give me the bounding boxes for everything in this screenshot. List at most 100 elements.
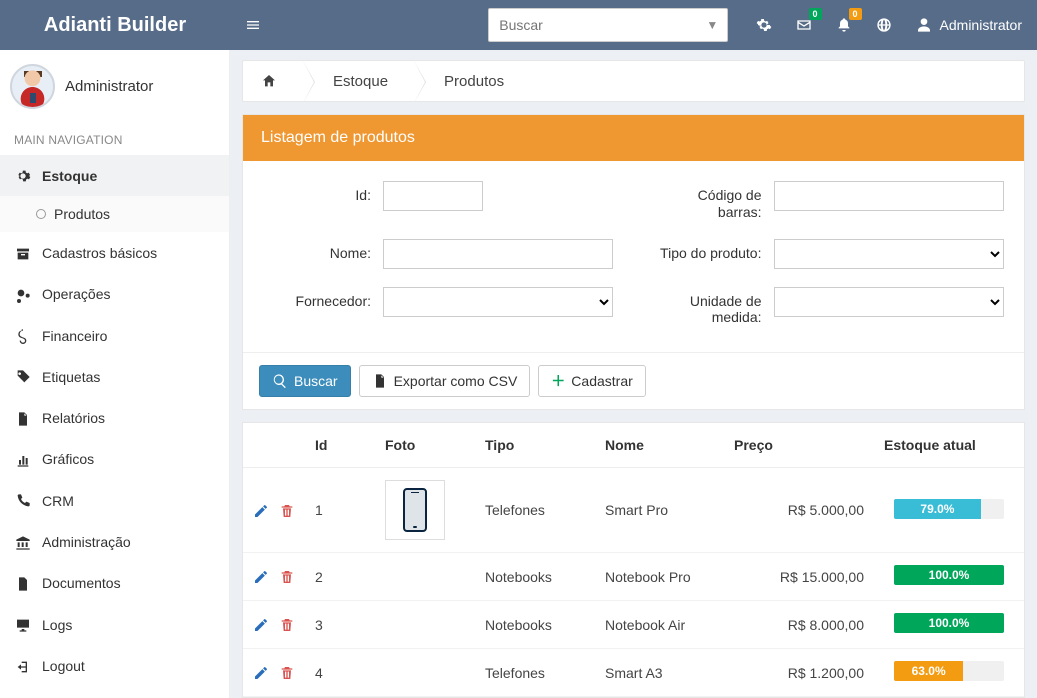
sidebar-subitem-label: Produtos xyxy=(54,206,110,222)
sidebar-item-etiquetas[interactable]: Etiquetas xyxy=(0,356,229,397)
sidebar-item-crm[interactable]: CRM xyxy=(0,480,229,521)
breadcrumb-home[interactable] xyxy=(243,61,303,101)
file-icon xyxy=(14,409,32,426)
phone-device-icon xyxy=(403,488,427,532)
trash-icon[interactable] xyxy=(279,568,295,585)
edit-icon[interactable] xyxy=(253,616,269,633)
cadastrar-label: Cadastrar xyxy=(571,373,632,389)
mail-icon[interactable]: 0 xyxy=(796,16,812,34)
globe-icon[interactable] xyxy=(876,16,892,34)
select-unidade-medida[interactable] xyxy=(774,287,1004,317)
sidebar-subitem-produtos[interactable]: Produtos xyxy=(0,196,229,232)
sidebar-item-label: Administração xyxy=(42,534,131,550)
user-menu[interactable]: Administrator xyxy=(916,17,1022,33)
edit-icon[interactable] xyxy=(253,664,269,681)
sidebar-item-label: Logout xyxy=(42,658,85,674)
sidebar-item-gráficos[interactable]: Gráficos xyxy=(0,439,229,480)
table-row: 4TelefonesSmart A3R$ 1.200,0063.0% xyxy=(243,649,1024,697)
sidebar-item-cadastros-básicos[interactable]: Cadastros básicos xyxy=(0,232,229,273)
plus-icon: ＋ xyxy=(551,371,565,391)
logout-icon xyxy=(14,657,32,674)
cell-preco: R$ 15.000,00 xyxy=(724,553,874,601)
sidebar-item-relatórios[interactable]: Relatórios xyxy=(0,397,229,438)
trash-icon[interactable] xyxy=(279,664,295,681)
user-icon xyxy=(916,17,932,33)
table-row: 2NotebooksNotebook ProR$ 15.000,00100.0% xyxy=(243,553,1024,601)
th-id[interactable]: Id xyxy=(305,423,375,468)
cell-nome: Notebook Pro xyxy=(595,553,724,601)
progress-bar: 100.0% xyxy=(894,613,1004,633)
cadastrar-button[interactable]: ＋ Cadastrar xyxy=(538,365,645,397)
trash-icon[interactable] xyxy=(279,502,295,519)
label-id: Id: xyxy=(263,181,383,204)
label-tipo-produto: Tipo do produto: xyxy=(654,239,774,262)
progress-value: 79.0% xyxy=(894,499,981,519)
buscar-label: Buscar xyxy=(294,373,338,389)
cell-preco: R$ 5.000,00 xyxy=(724,468,874,553)
sidebar-item-label: Cadastros básicos xyxy=(42,245,157,261)
cell-preco: R$ 1.200,00 xyxy=(724,649,874,697)
tag-icon xyxy=(14,368,32,385)
gear-icon[interactable] xyxy=(756,16,772,34)
cell-nome: Smart A3 xyxy=(595,649,724,697)
sidebar-item-label: Operações xyxy=(42,286,110,302)
buscar-button[interactable]: Buscar xyxy=(259,365,351,397)
cell-tipo: Notebooks xyxy=(475,553,595,601)
sidebar-item-label: Documentos xyxy=(42,575,121,591)
cell-id: 3 xyxy=(305,601,375,649)
sidebar-item-label: Financeiro xyxy=(42,328,107,344)
select-fornecedor[interactable] xyxy=(383,287,613,317)
sidebar-item-operações[interactable]: Operações xyxy=(0,274,229,315)
sidebar-item-estoque[interactable]: Estoque xyxy=(0,155,229,196)
menu-toggle-icon[interactable] xyxy=(245,16,261,34)
breadcrumb-item-produtos[interactable]: Produtos xyxy=(414,61,530,101)
panel-title: Listagem de produtos xyxy=(243,115,1024,161)
product-thumb xyxy=(385,480,445,540)
sidebar-item-financeiro[interactable]: Financeiro xyxy=(0,315,229,356)
app-logo[interactable]: Adianti Builder xyxy=(0,0,230,50)
th-preco[interactable]: Preço xyxy=(724,423,874,468)
progress-bar: 100.0% xyxy=(894,565,1004,585)
label-nome: Nome: xyxy=(263,239,383,262)
avatar xyxy=(10,64,55,109)
edit-icon[interactable] xyxy=(253,502,269,519)
select-tipo-produto[interactable] xyxy=(774,239,1004,269)
progress-value: 100.0% xyxy=(894,565,1004,585)
sidebar-item-logout[interactable]: Logout xyxy=(0,645,229,686)
input-codigo-barras[interactable] xyxy=(774,181,1004,211)
sidebar-item-administração[interactable]: Administração xyxy=(0,521,229,562)
th-tipo[interactable]: Tipo xyxy=(475,423,595,468)
archive-icon xyxy=(14,244,32,261)
edit-icon[interactable] xyxy=(253,568,269,585)
circle-icon xyxy=(36,209,46,219)
th-nome[interactable]: Nome xyxy=(595,423,724,468)
breadcrumb-item-estoque[interactable]: Estoque xyxy=(303,61,414,101)
exportar-csv-button[interactable]: Exportar como CSV xyxy=(359,365,531,397)
sidebar-item-label: Estoque xyxy=(42,168,97,184)
phone-icon xyxy=(14,492,32,509)
th-estoque[interactable]: Estoque atual xyxy=(874,423,1024,468)
caret-down-icon: ▼ xyxy=(706,18,718,32)
sidebar-item-logs[interactable]: Logs xyxy=(0,604,229,645)
sidebar-item-label: Etiquetas xyxy=(42,369,100,385)
cell-id: 1 xyxy=(305,468,375,553)
sidebar-item-documentos[interactable]: Documentos xyxy=(0,563,229,604)
bell-icon[interactable]: 0 xyxy=(836,16,852,34)
cogs-icon xyxy=(14,167,32,184)
global-search[interactable]: ▼ xyxy=(488,8,728,42)
table-row: 1TelefonesSmart ProR$ 5.000,0079.0% xyxy=(243,468,1024,553)
search-input[interactable] xyxy=(488,8,728,42)
institution-icon xyxy=(14,533,32,550)
input-id[interactable] xyxy=(383,181,483,211)
progress-value: 63.0% xyxy=(894,661,963,681)
input-nome[interactable] xyxy=(383,239,613,269)
trash-icon[interactable] xyxy=(279,616,295,633)
user-name: Administrator xyxy=(940,17,1022,33)
cell-id: 4 xyxy=(305,649,375,697)
cell-foto xyxy=(375,649,475,697)
label-fornecedor: Fornecedor: xyxy=(263,287,383,310)
chart-icon xyxy=(14,451,32,468)
cell-foto xyxy=(375,601,475,649)
sidebar-user-name: Administrator xyxy=(65,78,153,95)
th-foto[interactable]: Foto xyxy=(375,423,475,468)
